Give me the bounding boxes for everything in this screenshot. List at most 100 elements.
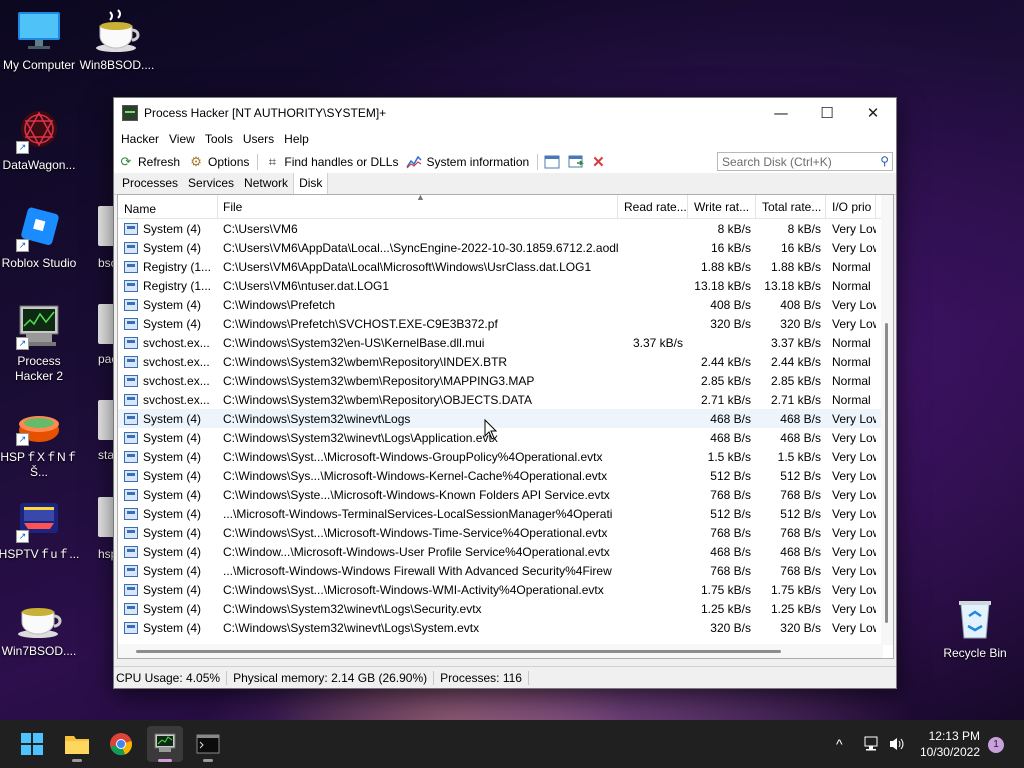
tab-processes[interactable]: Processes <box>117 173 183 194</box>
table-row[interactable]: System (4) C:\Windows\Syste...\Microsoft-… <box>118 485 893 504</box>
total-rate-cell: 1.5 kB/s <box>777 449 821 464</box>
table-row[interactable]: System (4) C:\Windows\System32\winevt\Log… <box>118 599 893 618</box>
process-name: svchost.ex... <box>143 392 210 407</box>
table-row[interactable]: System (4) C:\Windows\Prefetch\SVCHOST.EX… <box>118 314 893 333</box>
vertical-scrollbar[interactable] <box>881 195 893 645</box>
file-path-cell: ...\Microsoft-Windows-TerminalServices-L… <box>223 506 613 521</box>
desktop-icon-roblox-studio[interactable]: ↗ Roblox Studio <box>0 206 80 271</box>
table-row[interactable]: System (4) C:\Users\VM6\AppData\Local...\… <box>118 238 893 257</box>
taskbar-process-hacker[interactable] <box>147 726 183 762</box>
table-row[interactable]: System (4) ...\Microsoft-Windows-Terminal… <box>118 504 893 523</box>
window-icon[interactable] <box>544 155 560 169</box>
clock-date: 10/30/2022 <box>919 745 980 759</box>
menu-users[interactable]: Users <box>238 132 279 146</box>
scrollbar-thumb[interactable] <box>136 650 781 653</box>
desktop-icon-hsptv[interactable]: ↗ HSPTVｆuｆ... <box>0 497 80 562</box>
column-io-priority[interactable]: I/O prio <box>826 195 876 218</box>
process-name: System (4) <box>143 525 202 540</box>
file-path-cell: C:\Windows\Syst...\Microsoft-Windows-Tim… <box>223 525 608 540</box>
options-button[interactable]: ⚙ Options <box>188 154 249 170</box>
process-name: System (4) <box>143 240 202 255</box>
notification-badge[interactable]: 1 <box>988 737 1004 753</box>
process-name: System (4) <box>143 430 202 445</box>
system-information-label: System information <box>426 154 530 169</box>
table-row[interactable]: Registry (1... C:\Users\VM6\ntuser.dat.LO… <box>118 276 893 295</box>
refresh-button[interactable]: ⟳ Refresh <box>118 154 180 170</box>
process-name: System (4) <box>143 620 202 635</box>
table-row[interactable]: svchost.ex... C:\Windows\System32\en-US\K… <box>118 333 893 352</box>
start-button[interactable] <box>14 726 50 762</box>
table-row[interactable]: System (4) C:\Windows\Prefetch 408 B/s 408 … <box>118 295 893 314</box>
table-row[interactable]: System (4) C:\Windows\Syst...\Microsoft-W… <box>118 523 893 542</box>
maximize-button[interactable]: ☐ <box>804 98 850 128</box>
column-total-rate[interactable]: Total rate... <box>756 195 826 218</box>
write-rate-cell: 2.71 kB/s <box>700 392 751 407</box>
network-icon[interactable] <box>862 720 880 768</box>
table-row[interactable]: System (4) C:\Windows\System32\winevt\Log… <box>118 428 893 447</box>
process-name: System (4) <box>143 601 202 616</box>
find-handles-button[interactable]: ⌗ Find handles or DLLs <box>264 154 399 170</box>
menu-tools[interactable]: Tools <box>200 132 238 146</box>
terminate-icon[interactable]: ✕ <box>592 153 605 171</box>
menu-help[interactable]: Help <box>279 132 314 146</box>
table-row[interactable]: System (4) C:\Windows\Sys...\Microsoft-Wi… <box>118 466 893 485</box>
taskbar-chrome[interactable] <box>103 726 139 762</box>
table-row[interactable]: System (4) C:\Users\VM6 8 kB/s 8 kB/s Very L… <box>118 219 893 238</box>
title-bar[interactable]: Process Hacker [NT AUTHORITY\SYSTEM]+ — … <box>114 98 896 128</box>
process-icon <box>124 222 138 235</box>
io-priority-cell: Normal <box>832 335 871 350</box>
process-name: System (4) <box>143 297 202 312</box>
desktop-icon-win7bsod[interactable]: Win7BSOD.... <box>0 594 80 659</box>
table-row[interactable]: svchost.ex... C:\Windows\System32\wbem\Re… <box>118 352 893 371</box>
column-read-rate[interactable]: Read rate... <box>618 195 688 218</box>
desktop-icon-datawagon[interactable]: ↗ DataWagon... <box>0 108 80 173</box>
table-row[interactable]: System (4) C:\Window...\Microsoft-Windows… <box>118 542 893 561</box>
table-row[interactable]: svchost.ex... C:\Windows\System32\wbem\Re… <box>118 371 893 390</box>
menu-view[interactable]: View <box>164 132 200 146</box>
table-row[interactable]: System (4) C:\Windows\Syst...\Microsoft-W… <box>118 447 893 466</box>
search-input[interactable]: Search Disk (Ctrl+K) ⚲ <box>717 152 893 171</box>
table-row[interactable]: System (4) C:\Windows\Syst...\Microsoft-W… <box>118 580 893 599</box>
volume-icon[interactable] <box>888 720 906 768</box>
tab-network[interactable]: Network <box>239 173 293 194</box>
taskbar-file-explorer[interactable] <box>59 726 95 762</box>
process-name: System (4) <box>143 563 202 578</box>
menu-hacker[interactable]: Hacker <box>116 132 164 146</box>
find-window-icon[interactable] <box>568 155 584 169</box>
process-hacker-window[interactable]: Process Hacker [NT AUTHORITY\SYSTEM]+ — … <box>113 97 897 689</box>
disk-list[interactable]: ▲ Name File Read rate... Write rat... To… <box>117 194 894 659</box>
tab-services[interactable]: Services <box>183 173 239 194</box>
total-rate-cell: 512 B/s <box>780 468 821 483</box>
system-clock[interactable]: 12:13 PM 10/30/2022 <box>920 728 980 760</box>
taskbar-terminal[interactable] <box>190 726 226 762</box>
soup-bowl-icon: ↗ <box>16 400 62 446</box>
desktop-icon-process-hacker[interactable]: ↗ Process Hacker 2 <box>0 304 80 384</box>
column-name[interactable]: Name <box>118 195 218 218</box>
minimize-button[interactable]: — <box>758 98 804 128</box>
desktop-icon-recycle-bin[interactable]: Recycle Bin <box>934 596 1016 661</box>
process-name: System (4) <box>143 487 202 502</box>
running-indicator <box>203 759 213 762</box>
desktop-icon-win8bsod[interactable]: Win8BSOD.... <box>76 8 158 73</box>
tray-overflow-chevron[interactable]: ^ <box>836 720 843 768</box>
table-row[interactable]: System (4) C:\Windows\System32\winevt\Log… <box>118 409 893 428</box>
table-row[interactable]: Registry (1... C:\Users\VM6\AppData\Local… <box>118 257 893 276</box>
tab-disk[interactable]: Disk <box>293 172 329 195</box>
table-row[interactable]: svchost.ex... C:\Windows\System32\wbem\Re… <box>118 390 893 409</box>
scrollbar-thumb[interactable] <box>885 323 888 623</box>
desktop-icon-my-computer[interactable]: My Computer <box>0 8 80 73</box>
table-row[interactable]: System (4) C:\Windows\System32\winevt\Log… <box>118 618 893 637</box>
desktop-icon-hspfxfnfs[interactable]: ↗ HSPｆXｆNｆŠ... <box>0 400 80 480</box>
horizontal-scrollbar[interactable] <box>118 644 883 658</box>
io-priority-cell: Very Low <box>832 487 876 502</box>
process-name-cell: System (4) <box>118 317 218 331</box>
io-priority-cell: Very Low <box>832 506 876 521</box>
write-rate-cell: 2.44 kB/s <box>700 354 751 369</box>
close-button[interactable]: ✕ <box>850 98 896 128</box>
table-row[interactable]: System (4) ...\Microsoft-Windows-Windows … <box>118 561 893 580</box>
process-name-cell: System (4) <box>118 583 218 597</box>
search-placeholder: Search Disk (Ctrl+K) <box>722 155 832 169</box>
system-information-button[interactable]: System information <box>406 154 529 170</box>
total-rate-cell: 2.71 kB/s <box>770 392 821 407</box>
column-write-rate[interactable]: Write rat... <box>688 195 756 218</box>
